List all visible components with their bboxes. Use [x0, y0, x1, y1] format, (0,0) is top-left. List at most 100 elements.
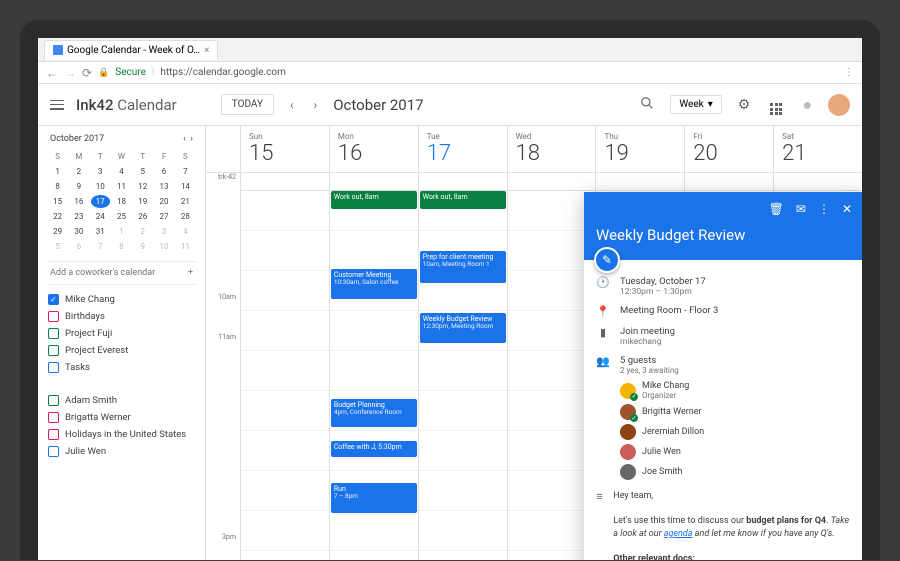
mini-cal-day[interactable]: 4 [112, 165, 131, 178]
mini-cal-day[interactable]: 26 [133, 210, 152, 223]
calendar-event[interactable]: Prep for client meeting10am, Meeting Roo… [420, 251, 506, 283]
mini-cal-day[interactable]: 3 [154, 225, 173, 238]
more-icon[interactable]: ⋮ [818, 202, 830, 216]
mini-cal-day[interactable]: 17 [91, 195, 110, 208]
mini-cal-day[interactable]: 18 [112, 195, 131, 208]
calendar-checkbox[interactable] [48, 429, 59, 440]
today-button[interactable]: TODAY [221, 94, 274, 115]
notifications-icon[interactable]: ● [798, 95, 816, 115]
calendar-item[interactable]: Tasks [46, 359, 197, 376]
calendar-checkbox[interactable] [48, 446, 59, 457]
menu-icon[interactable] [50, 100, 64, 110]
tab-close-icon[interactable]: × [204, 45, 209, 56]
mini-cal-day[interactable]: 4 [176, 225, 195, 238]
mail-icon[interactable]: ✉ [796, 202, 806, 216]
add-calendar-input[interactable]: Add a coworker's calendar + [46, 261, 197, 285]
mini-cal-day[interactable]: 1 [48, 165, 67, 178]
mini-cal-day[interactable]: 8 [48, 180, 67, 193]
calendar-checkbox[interactable] [48, 412, 59, 423]
user-avatar[interactable] [828, 94, 850, 116]
day-header[interactable]: Mon16 [329, 126, 418, 172]
calendar-item[interactable]: Mike Chang [46, 291, 197, 308]
calendar-event[interactable]: Work out, 8am [331, 191, 417, 209]
mini-cal-day[interactable]: 16 [69, 195, 88, 208]
calendar-checkbox[interactable] [48, 362, 59, 373]
forward-icon[interactable]: → [64, 66, 76, 80]
next-week-icon[interactable]: › [310, 98, 322, 112]
mini-cal-day[interactable]: 13 [154, 180, 173, 193]
browser-menu-icon[interactable]: ⋮ [844, 67, 854, 78]
close-icon[interactable]: ✕ [842, 202, 852, 216]
day-header[interactable]: Tue17 [418, 126, 507, 172]
mini-cal-day[interactable]: 10 [91, 180, 110, 193]
calendar-item[interactable]: Adam Smith [46, 392, 197, 409]
edit-button[interactable]: ✎ [594, 247, 620, 273]
mini-cal-day[interactable]: 12 [133, 180, 152, 193]
mini-cal-day[interactable]: 28 [176, 210, 195, 223]
mini-cal-day[interactable]: 31 [91, 225, 110, 238]
reload-icon[interactable]: ⟳ [82, 66, 92, 80]
calendar-item[interactable]: Brigatta Werner [46, 409, 197, 426]
mini-cal-day[interactable]: 20 [154, 195, 173, 208]
day-header[interactable]: Thu19 [595, 126, 684, 172]
mini-cal-day[interactable]: 2 [69, 165, 88, 178]
mini-cal-day[interactable]: 6 [69, 240, 88, 253]
apps-grid-icon[interactable] [766, 94, 786, 115]
mini-cal-day[interactable]: 21 [176, 195, 195, 208]
plus-icon[interactable]: + [188, 268, 193, 278]
day-header[interactable]: Sun15 [240, 126, 329, 172]
mini-cal-day[interactable]: 25 [112, 210, 131, 223]
mini-cal-day[interactable]: 6 [154, 165, 173, 178]
calendar-checkbox[interactable] [48, 328, 59, 339]
calendar-event[interactable]: Run7 – 8pm [331, 483, 417, 513]
calendar-item[interactable]: Holidays in the United States [46, 426, 197, 443]
mini-cal-day[interactable]: 27 [154, 210, 173, 223]
back-icon[interactable]: ← [46, 66, 58, 80]
calendar-event[interactable]: Weekly Budget Review12:30pm, Meeting Roo… [420, 313, 506, 343]
mini-cal-day[interactable]: 22 [48, 210, 67, 223]
mini-calendar[interactable]: SMTWTFS 12345678910111213141516171819202… [46, 148, 197, 255]
view-selector[interactable]: Week▾ [670, 95, 721, 114]
mini-cal-day[interactable]: 9 [69, 180, 88, 193]
day-header[interactable]: Fri20 [684, 126, 773, 172]
mini-cal-day[interactable]: 14 [176, 180, 195, 193]
mini-cal-day[interactable]: 11 [176, 240, 195, 253]
join-meeting-link[interactable]: Join meeting [620, 326, 675, 337]
calendar-event[interactable]: Coffee with J, 5:30pm [331, 441, 417, 457]
mini-prev-icon[interactable]: ‹ [183, 134, 186, 144]
url[interactable]: https://calendar.google.com [160, 67, 286, 78]
mini-cal-day[interactable]: 3 [91, 165, 110, 178]
calendar-item[interactable]: Project Fuji [46, 325, 197, 342]
mini-cal-day[interactable]: 5 [48, 240, 67, 253]
mini-cal-day[interactable]: 19 [133, 195, 152, 208]
mini-cal-day[interactable]: 23 [69, 210, 88, 223]
gear-icon[interactable]: ⚙ [734, 97, 755, 113]
calendar-item[interactable]: Birthdays [46, 308, 197, 325]
mini-cal-day[interactable]: 7 [91, 240, 110, 253]
mini-cal-day[interactable]: 8 [112, 240, 131, 253]
search-icon[interactable] [636, 96, 658, 114]
mini-cal-day[interactable]: 29 [48, 225, 67, 238]
mini-next-icon[interactable]: › [190, 134, 193, 144]
mini-cal-day[interactable]: 10 [154, 240, 173, 253]
browser-tab[interactable]: Google Calendar - Week of O… × [44, 40, 218, 60]
mini-cal-day[interactable]: 11 [112, 180, 131, 193]
calendar-checkbox[interactable] [48, 395, 59, 406]
calendar-item[interactable]: Project Everest [46, 342, 197, 359]
mini-cal-day[interactable]: 15 [48, 195, 67, 208]
mini-cal-day[interactable]: 5 [133, 165, 152, 178]
day-header[interactable]: Wed18 [507, 126, 596, 172]
calendar-checkbox[interactable] [48, 345, 59, 356]
calendar-event[interactable]: Work out, 8am [420, 191, 506, 209]
calendar-checkbox[interactable] [48, 294, 59, 305]
calendar-event[interactable]: Customer Meeting10:30am, Salon coffee [331, 269, 417, 299]
calendar-item[interactable]: Julie Wen [46, 443, 197, 460]
prev-week-icon[interactable]: ‹ [286, 98, 298, 112]
calendar-checkbox[interactable] [48, 311, 59, 322]
mini-cal-day[interactable]: 2 [133, 225, 152, 238]
mini-cal-day[interactable]: 1 [112, 225, 131, 238]
day-header[interactable]: Sat21 [773, 126, 862, 172]
mini-cal-day[interactable]: 9 [133, 240, 152, 253]
agenda-link[interactable]: agenda [664, 529, 693, 539]
mini-cal-day[interactable]: 30 [69, 225, 88, 238]
